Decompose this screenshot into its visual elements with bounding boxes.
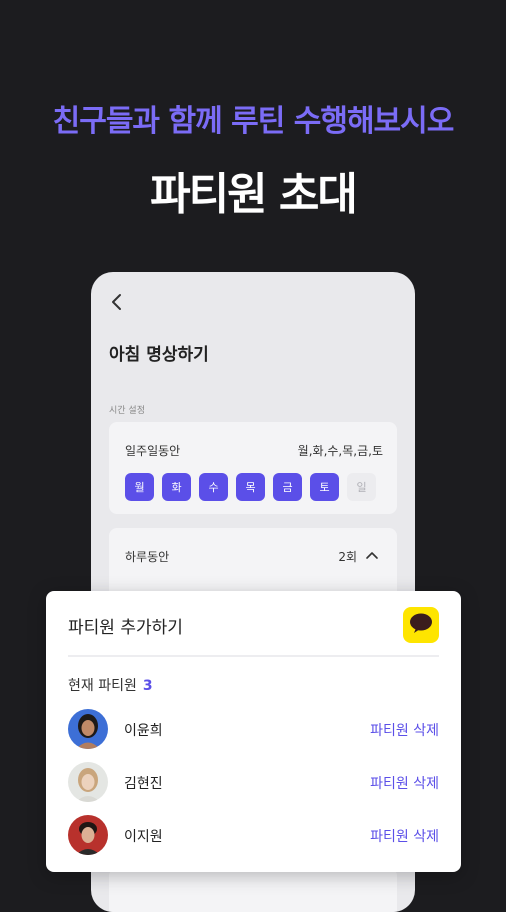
chevron-up-icon[interactable] — [365, 548, 379, 562]
current-members-count: 3 — [142, 678, 153, 694]
member-row: 이윤희 파티원 삭제 — [68, 709, 439, 749]
section-label: 시간 설정 — [109, 406, 145, 416]
add-party-sheet: 파티원 추가하기 현재 파티원 3 이윤희 파티원 삭제 김현진 파티원 삭제 … — [46, 591, 461, 872]
remove-member-button[interactable]: 파티원 삭제 — [370, 720, 439, 740]
member-name: 이윤희 — [124, 723, 163, 739]
current-members-text: 현재 파티원 — [68, 678, 137, 694]
avatar — [68, 762, 108, 802]
sheet-title: 파티원 추가하기 — [68, 618, 183, 638]
daily-value: 2회 — [338, 550, 357, 564]
promo-subtitle: 친구들과 함께 루틴 수행해보시오 — [52, 104, 455, 139]
screen-title: 아침 명상하기 — [109, 345, 209, 365]
remove-member-button[interactable]: 파티원 삭제 — [370, 773, 439, 793]
avatar — [68, 709, 108, 749]
day-button-wed[interactable]: 수 — [199, 473, 228, 501]
member-name: 김현진 — [124, 776, 163, 792]
member-name: 이지원 — [124, 829, 163, 845]
avatar — [68, 815, 108, 855]
back-arrow-icon[interactable] — [107, 292, 127, 312]
day-button-fri[interactable]: 금 — [273, 473, 302, 501]
promo-title: 파티원 초대 — [150, 169, 358, 220]
day-button-sat[interactable]: 토 — [310, 473, 339, 501]
sheet-divider — [68, 655, 439, 657]
week-value: 월,화,수,목,금,토 — [297, 444, 383, 458]
remove-member-button[interactable]: 파티원 삭제 — [370, 826, 439, 846]
day-button-tue[interactable]: 화 — [162, 473, 191, 501]
day-button-sun[interactable]: 일 — [347, 473, 376, 501]
week-label: 일주일동안 — [125, 444, 181, 458]
phone-bottom-card — [109, 868, 397, 912]
current-members-label: 현재 파티원 3 — [68, 675, 153, 695]
kakao-chat-icon — [409, 612, 433, 638]
kakao-invite-button[interactable] — [403, 607, 439, 643]
day-button-thu[interactable]: 목 — [236, 473, 265, 501]
day-button-mon[interactable]: 월 — [125, 473, 154, 501]
day-selector: 월 화 수 목 금 토 일 — [125, 473, 376, 501]
member-row: 이지원 파티원 삭제 — [68, 815, 439, 855]
member-row: 김현진 파티원 삭제 — [68, 762, 439, 802]
week-card: 일주일동안 월,화,수,목,금,토 월 화 수 목 금 토 일 — [109, 422, 397, 514]
daily-label: 하루동안 — [125, 550, 170, 564]
